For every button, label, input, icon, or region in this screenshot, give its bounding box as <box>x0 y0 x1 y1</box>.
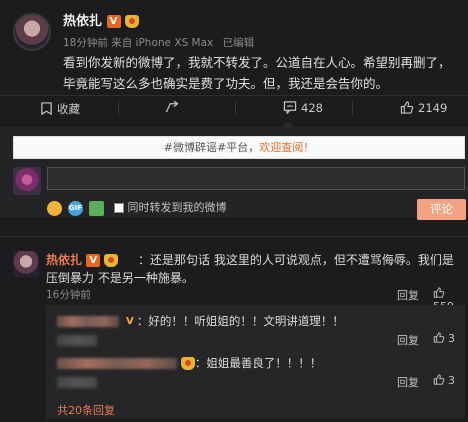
post-source: 来自 iPhone XS Max <box>111 37 214 49</box>
rumor-notice-banner: #微博辟谣#平台，欢迎查阅！ <box>13 136 465 159</box>
verified-badge: V <box>125 316 134 327</box>
member-crown-icon <box>104 254 119 267</box>
current-user-avatar[interactable] <box>13 167 41 195</box>
reply-like-count: 3 <box>448 332 455 345</box>
gif-icon[interactable]: GIF <box>68 200 83 216</box>
like-button[interactable]: 2149 <box>400 101 447 115</box>
thumbs-up-icon <box>400 101 414 114</box>
verified-badge: V <box>106 15 121 28</box>
redacted-time <box>57 335 97 346</box>
emoji-icon[interactable] <box>47 200 62 216</box>
reply-item: ：姐姐最善良了！！！！ <box>57 355 321 371</box>
post-time[interactable]: 18分钟前 <box>63 37 108 49</box>
favorite-icon <box>41 102 52 116</box>
reply-reply-button[interactable]: 回复 <box>397 374 419 390</box>
notice-link[interactable]: 欢迎查阅！ <box>259 141 314 154</box>
submit-comment-button[interactable]: 评论 <box>417 199 466 220</box>
comment-reply-button[interactable]: 回复 <box>397 287 419 303</box>
reply-meta <box>57 333 97 347</box>
thumbs-up-icon <box>433 374 445 385</box>
member-crown-icon <box>125 15 140 28</box>
reply-meta <box>57 375 97 389</box>
comment-count: 428 <box>301 101 323 115</box>
reply-text: ：姐姐最善良了！！！！ <box>194 356 322 370</box>
post-author-name[interactable]: 热依扎 <box>63 14 102 29</box>
view-all-replies-link[interactable]: 共20条回复 <box>57 402 115 418</box>
repost-button[interactable] <box>165 100 179 115</box>
repost-checkbox-label[interactable]: 同时转发到我的微博 <box>128 201 227 214</box>
notice-tag[interactable]: #微博辟谣#平台， <box>164 141 259 154</box>
favorite-button[interactable]: 收藏 <box>40 101 80 117</box>
author-avatar[interactable] <box>13 13 51 51</box>
composer-toolbar: GIF 同时转发到我的微博 <box>47 199 227 216</box>
repost-checkbox[interactable] <box>113 203 124 213</box>
comment-button[interactable]: 428 <box>283 101 323 115</box>
like-count: 2149 <box>418 101 448 115</box>
reply-text: ：好的！！听姐姐的！！文明讲道理！！ <box>136 314 344 328</box>
reply-item: V ：好的！！听姐姐的！！文明讲道理！！ <box>57 313 344 329</box>
comment-author-avatar[interactable] <box>13 251 39 277</box>
post-meta: 18分钟前 来自 iPhone XS Max 已编辑 <box>63 35 254 50</box>
favorite-label: 收藏 <box>57 102 80 116</box>
redacted-time <box>57 377 97 388</box>
comment-author[interactable]: 热依扎 V <box>46 251 119 268</box>
member-crown-icon <box>180 357 195 370</box>
thumbs-up-icon <box>433 332 445 343</box>
edited-label[interactable]: 已编辑 <box>223 37 255 49</box>
divider <box>0 236 468 237</box>
comment-time: 16分钟前 <box>46 289 91 301</box>
comment-input[interactable] <box>47 167 465 190</box>
redacted-username <box>57 316 119 327</box>
comment-author-name[interactable]: 热依扎 <box>46 253 82 267</box>
post-body: 看到你发新的微博了，我就不转发了。公道自在人心。希望别再删了，毕竟能写这么多也确… <box>63 55 451 91</box>
reply-reply-button[interactable]: 回复 <box>397 332 419 348</box>
reply-like-count: 3 <box>448 374 455 387</box>
reply-like-button[interactable]: 3 <box>433 332 455 345</box>
redacted-username <box>57 358 177 369</box>
action-divider <box>235 101 236 115</box>
thumbs-up-icon <box>433 287 445 298</box>
action-divider <box>352 101 353 115</box>
reply-like-button[interactable]: 3 <box>433 374 455 387</box>
repost-icon <box>165 100 179 113</box>
action-divider <box>118 101 119 115</box>
post-author[interactable]: 热依扎 V <box>63 10 140 29</box>
image-icon[interactable] <box>89 200 104 216</box>
verified-badge: V <box>86 254 101 267</box>
comment-icon <box>283 101 297 115</box>
